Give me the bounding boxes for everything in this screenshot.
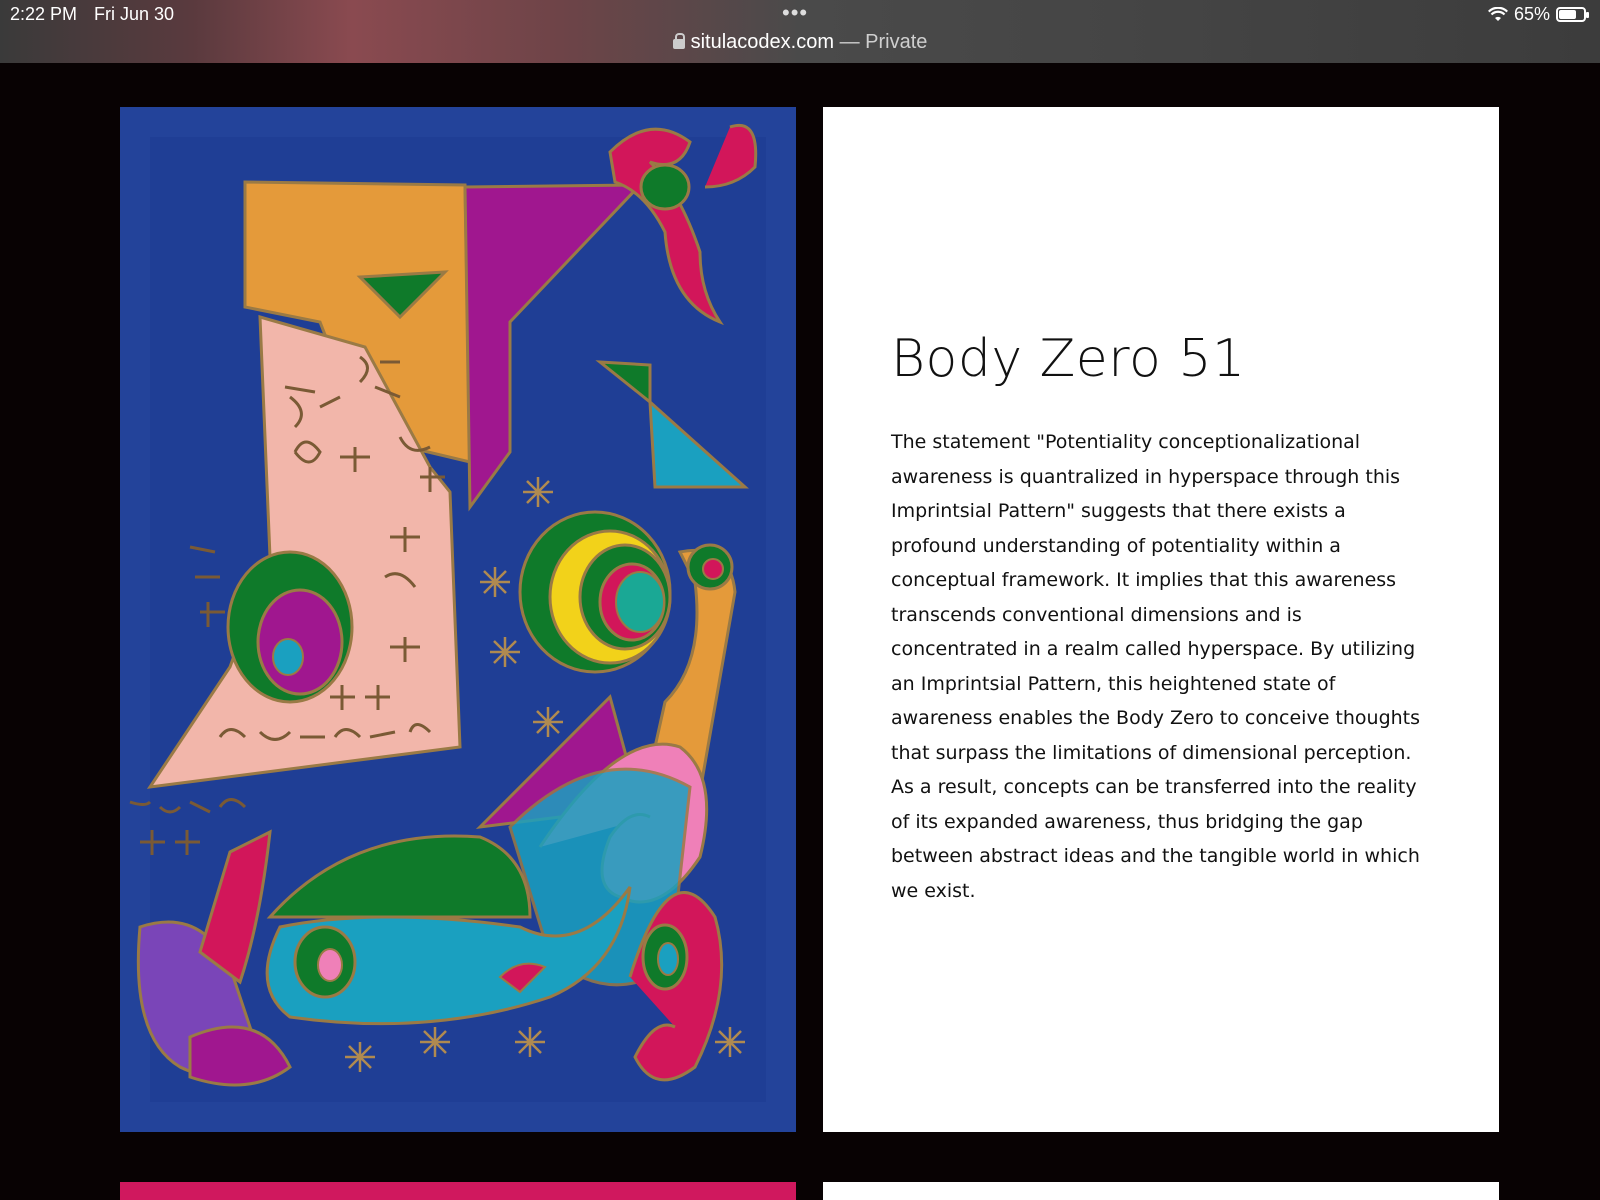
post-title: Body Zero 51 xyxy=(891,329,1246,389)
status-right: 65% xyxy=(1487,4,1589,25)
status-date: Fri Jun 30 xyxy=(94,4,175,24)
lock-icon xyxy=(672,33,685,49)
post-body: The statement "Potentiality conceptional… xyxy=(891,431,1421,902)
address-bar[interactable]: situlacodex.com — Private xyxy=(0,31,1600,54)
multitasking-dots-icon[interactable]: ••• xyxy=(782,0,808,26)
url-domain: situlacodex.com xyxy=(690,31,835,53)
battery-percent: 65% xyxy=(1513,4,1550,24)
artwork-drawing xyxy=(120,107,796,1132)
next-artwork-image[interactable] xyxy=(120,1182,796,1200)
artwork-image[interactable] xyxy=(120,107,796,1132)
browser-top-bar: 2:22 PM Fri Jun 30 ••• 65% situlacodex.c… xyxy=(0,0,1600,63)
post-text-card: Body Zero 51 The statement "Potentiality… xyxy=(823,107,1499,1132)
next-post-text-card xyxy=(823,1182,1499,1200)
status-time: 2:22 PM xyxy=(10,4,78,24)
battery-icon xyxy=(1556,7,1589,22)
url-private-label: — Private xyxy=(834,31,928,53)
wifi-icon xyxy=(1487,6,1508,21)
